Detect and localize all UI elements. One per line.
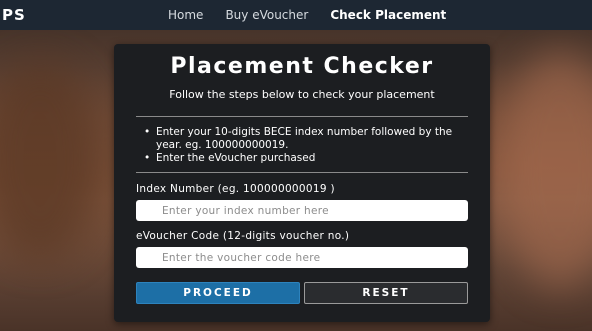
- proceed-button[interactable]: PROCEED: [136, 282, 300, 304]
- index-number-input[interactable]: [136, 200, 468, 221]
- brand-logo[interactable]: PS: [2, 6, 26, 24]
- divider: [136, 172, 468, 173]
- nav-links: Home Buy eVoucher Check Placement: [168, 8, 468, 22]
- instruction-step: Enter the eVoucher purchased: [142, 152, 472, 165]
- voucher-code-input[interactable]: [136, 247, 468, 268]
- background-blur: [0, 60, 100, 260]
- nav-link-home[interactable]: Home: [168, 8, 203, 22]
- instruction-step: Enter your 10-digits BECE index number f…: [142, 126, 472, 152]
- nav-link-buy-evoucher[interactable]: Buy eVoucher: [225, 8, 308, 22]
- nav-link-check-placement[interactable]: Check Placement: [330, 8, 446, 22]
- background-blur: [500, 50, 592, 290]
- card-title: Placement Checker: [170, 54, 434, 79]
- top-navbar: PS Home Buy eVoucher Check Placement: [0, 0, 592, 30]
- placement-checker-card: Placement Checker Follow the steps below…: [114, 44, 490, 322]
- page-background: PS Home Buy eVoucher Check Placement Pla…: [0, 0, 592, 331]
- voucher-code-label: eVoucher Code (12-digits voucher no.): [136, 230, 350, 242]
- index-number-label: Index Number (eg. 100000000019 ): [136, 183, 335, 195]
- divider: [136, 116, 468, 117]
- card-subtitle: Follow the steps below to check your pla…: [169, 88, 435, 101]
- reset-button[interactable]: RESET: [304, 282, 468, 304]
- instruction-steps: Enter your 10-digits BECE index number f…: [142, 126, 472, 165]
